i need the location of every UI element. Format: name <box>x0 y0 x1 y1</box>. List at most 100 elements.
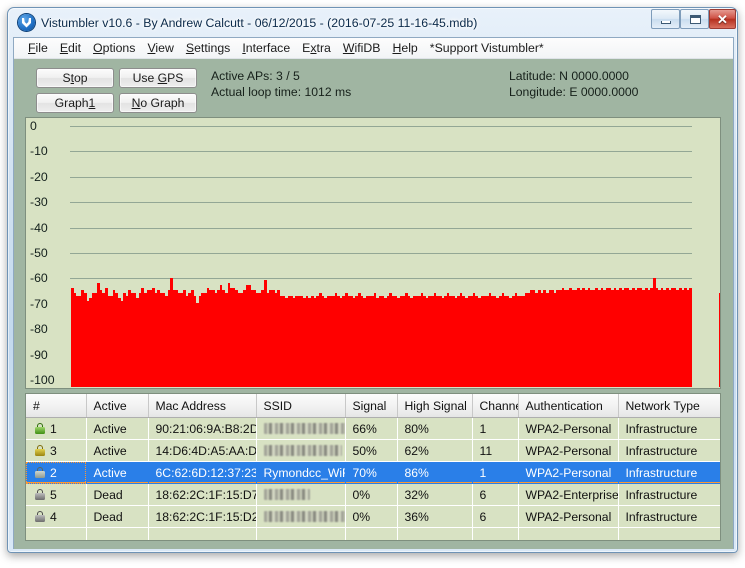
title-bar[interactable]: Vistumbler v10.6 - By Andrew Calcutt - 0… <box>8 8 737 38</box>
menu-options[interactable]: Options <box>87 39 141 57</box>
table-row[interactable]: 2 Active 6C:62:6D:12:37:23 Rymondcc_WiFi 70%… <box>26 461 720 484</box>
cell-active: Active <box>86 461 149 484</box>
minimize-button[interactable] <box>651 9 680 29</box>
lock-icon <box>33 488 46 501</box>
table-row[interactable]: 4 Dead 18:62:2C:1F:15:D2 0% 36% 6 WPA2-Persona… <box>26 505 720 528</box>
redacted-ssid <box>263 444 342 456</box>
maximize-button[interactable] <box>680 9 709 29</box>
cell-empty <box>86 527 149 540</box>
menu-wifidb[interactable]: WifiDB <box>337 39 387 57</box>
table-row[interactable]: 5 Dead 18:62:2C:1F:15:D7 0% 32% 6 WPA2-Enterpr… <box>26 483 720 506</box>
header-row: # Active Mac Address SSID Signal High Si… <box>26 394 720 418</box>
cell-channel: 6 <box>472 483 519 506</box>
cell-nettype: Infrastructure <box>618 461 720 484</box>
graph-y-tick-label: -40 <box>30 220 48 235</box>
cell-active: Active <box>86 439 149 462</box>
latitude-status: Latitude: N 0000.0000 <box>509 69 629 83</box>
table-row[interactable]: 1 Active 90:21:06:9A:B8:2D 66% 80% 1 WPA2-Pers… <box>26 417 720 440</box>
client-area: File Edit Options View Settings Interfac… <box>13 37 734 549</box>
cell-auth: WPA2-Personal <box>518 461 619 484</box>
signal-graph[interactable]: 0 -10 -20 -30 -40 -50 -60 -70 -80 -90 -100 <box>25 117 721 389</box>
table-row[interactable]: 3 Active 14:D6:4D:A5:AA:DE 50% 62% 11 WPA2-Per… <box>26 439 720 462</box>
cell-mac: 6C:62:6D:12:37:23 <box>148 461 257 484</box>
longitude-status: Longitude: E 0000.0000 <box>509 85 639 99</box>
col-header-nettype[interactable]: Network Type <box>618 394 720 418</box>
cell-channel: 1 <box>472 461 519 484</box>
cell-empty <box>472 527 519 540</box>
lock-icon <box>33 466 46 479</box>
col-header-mac[interactable]: Mac Address <box>148 394 257 418</box>
cell-signal: 0% <box>345 483 398 506</box>
cell-ssid <box>256 505 346 528</box>
cell-auth: WPA2-Enterprise <box>518 483 619 506</box>
redacted-ssid <box>263 510 344 522</box>
menu-settings[interactable]: Settings <box>180 39 236 57</box>
col-header-ssid[interactable]: SSID <box>256 394 346 418</box>
loop-time-status: Actual loop time: 1012 ms <box>211 85 352 99</box>
menu-help[interactable]: Help <box>386 39 423 57</box>
toolbar: Stop Use GPS Graph1 No Graph Active APs:… <box>14 59 733 119</box>
cell-empty <box>618 527 720 540</box>
cell-ssid <box>256 439 346 462</box>
ap-grid-header: # Active Mac Address SSID Signal High Si… <box>26 394 720 418</box>
cell-ssid <box>256 417 346 440</box>
cell-empty <box>345 527 398 540</box>
graph-y-tick-label: -100 <box>30 373 55 387</box>
cell-auth: WPA2-Personal <box>518 439 619 462</box>
graph-y-tick-label: -50 <box>30 246 48 260</box>
cell-mac: 18:62:2C:1F:15:D2 <box>148 505 257 528</box>
col-header-active[interactable]: Active <box>86 394 149 418</box>
cell-active: Dead <box>86 505 149 528</box>
access-point-table[interactable]: # Active Mac Address SSID Signal High Si… <box>25 393 721 541</box>
cell-signal: 66% <box>345 417 398 440</box>
graph-y-tick-label: -80 <box>30 322 48 337</box>
menu-interface[interactable]: Interface <box>236 39 296 57</box>
vistumbler-app-icon <box>18 14 35 31</box>
cell-empty <box>148 527 257 540</box>
cell-index: 1 <box>26 417 87 440</box>
graph-y-tick-label: -70 <box>30 296 48 311</box>
graph-y-tick-label: -20 <box>30 169 48 184</box>
cell-nettype: Infrastructure <box>618 483 720 506</box>
signal-bars <box>71 118 720 387</box>
graph-right-gutter <box>692 119 719 387</box>
menu-extra[interactable]: Extra <box>296 39 337 57</box>
col-header-high-signal[interactable]: High Signal <box>397 394 473 418</box>
stop-button[interactable]: Stop <box>36 68 114 88</box>
graph-y-tick-label: -10 <box>30 144 48 159</box>
close-button[interactable]: ✕ <box>709 9 736 29</box>
cell-empty <box>256 527 346 540</box>
cell-auth: WPA2-Personal <box>518 417 619 440</box>
menu-file[interactable]: File <box>22 39 54 57</box>
use-gps-button[interactable]: Use GPS <box>119 68 197 88</box>
col-header-num[interactable]: # <box>26 394 87 418</box>
cell-high_signal: 36% <box>397 505 473 528</box>
no-graph-button[interactable]: No Graph <box>119 93 197 113</box>
cell-signal: 50% <box>345 439 398 462</box>
cell-nettype: Infrastructure <box>618 505 720 528</box>
cell-signal: 0% <box>345 505 398 528</box>
ap-grid: # Active Mac Address SSID Signal High Si… <box>26 394 720 540</box>
cell-ssid: Rymondcc_WiFi <box>256 461 346 484</box>
menu-edit[interactable]: Edit <box>54 39 87 57</box>
menu-support[interactable]: *Support Vistumbler* <box>424 39 550 57</box>
cell-signal: 70% <box>345 461 398 484</box>
table-row-empty[interactable] <box>26 527 720 540</box>
menu-view[interactable]: View <box>141 39 179 57</box>
cell-channel: 6 <box>472 505 519 528</box>
graph-y-tick-label: -60 <box>30 271 48 286</box>
cell-mac: 90:21:06:9A:B8:2D <box>148 417 257 440</box>
col-header-signal[interactable]: Signal <box>345 394 398 418</box>
cell-mac: 18:62:2C:1F:15:D7 <box>148 483 257 506</box>
col-header-auth[interactable]: Authentication <box>518 394 619 418</box>
col-header-channel[interactable]: Channel <box>472 394 519 418</box>
cell-ssid <box>256 483 346 506</box>
cell-high_signal: 86% <box>397 461 473 484</box>
close-icon: ✕ <box>717 12 728 27</box>
cell-channel: 11 <box>472 439 519 462</box>
graph1-button[interactable]: Graph1 <box>36 93 114 113</box>
graph-y-tick-label: 0 <box>30 119 37 133</box>
lock-icon <box>33 510 46 523</box>
redacted-ssid <box>263 422 344 434</box>
cell-empty <box>397 527 473 540</box>
